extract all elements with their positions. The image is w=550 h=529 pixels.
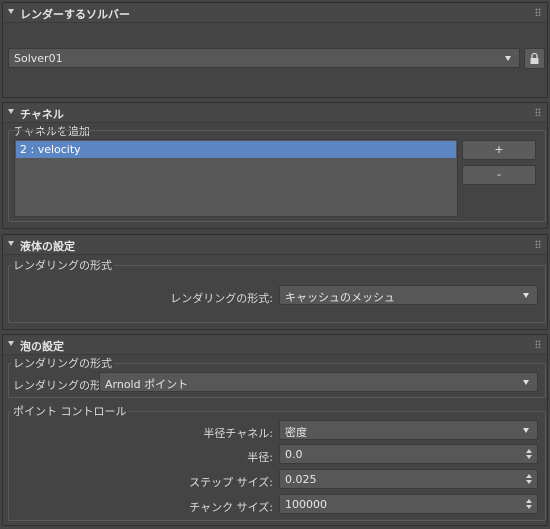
liquid-render-type-value: キャッシュのメッシュ <box>285 291 395 304</box>
lock-icon <box>530 52 539 64</box>
point-control-group-label: ポイント コントロール <box>11 403 129 419</box>
lock-button[interactable] <box>524 48 545 69</box>
channel-list[interactable]: 2 : velocity <box>14 139 458 217</box>
radius-channel-value: 密度 <box>285 426 307 439</box>
foam-rollout-header[interactable]: 泡の設定 <box>3 335 547 355</box>
chevron-down-icon <box>523 293 529 298</box>
drag-grip-icon[interactable] <box>535 340 541 348</box>
chevron-down-icon <box>523 428 529 433</box>
add-channel-button[interactable]: + <box>462 140 536 160</box>
collapse-triangle-icon[interactable] <box>8 109 14 114</box>
radius-channel-label: 半径チャネル: <box>203 427 273 440</box>
chevron-down-icon <box>523 380 529 385</box>
solver-dropdown[interactable]: Solver01 <box>8 48 520 68</box>
solver-dropdown-value: Solver01 <box>14 52 63 65</box>
radius-value: 0.0 <box>285 448 303 461</box>
collapse-triangle-icon[interactable] <box>8 241 14 246</box>
liquid-render-type-dropdown[interactable]: キャッシュのメッシュ <box>279 285 538 305</box>
drag-grip-icon[interactable] <box>535 8 541 16</box>
solver-rollout-header[interactable]: レンダーするソルバー <box>3 3 547 23</box>
drag-grip-icon[interactable] <box>535 108 541 116</box>
spinner-up-icon[interactable] <box>526 499 532 503</box>
foam-rollout-title: 泡の設定 <box>20 340 64 353</box>
spinner-up-icon[interactable] <box>526 449 532 453</box>
radius-channel-dropdown[interactable]: 密度 <box>279 420 538 440</box>
foam-render-group-label: レンダリングの形式 <box>11 355 114 371</box>
liquid-rollout-title: 液体の設定 <box>20 240 75 253</box>
solver-rollout-title: レンダーするソルバー <box>20 8 130 21</box>
spinner-down-icon[interactable] <box>526 480 532 484</box>
liquid-render-group-label: レンダリングの形式 <box>11 257 114 273</box>
remove-channel-button[interactable]: - <box>462 165 536 185</box>
list-item[interactable]: 2 : velocity <box>16 141 456 158</box>
step-size-value: 0.025 <box>285 473 317 486</box>
solver-rollout: レンダーするソルバー Solver01 <box>2 2 548 98</box>
chunk-size-label: チャンク サイズ: <box>189 501 273 514</box>
channel-rollout-title: チャネル <box>20 108 64 121</box>
drag-grip-icon[interactable] <box>535 240 541 248</box>
channel-rollout-header[interactable]: チャネル <box>3 103 547 123</box>
liquid-rollout-header[interactable]: 液体の設定 <box>3 235 547 255</box>
radius-label: 半径: <box>247 451 273 464</box>
foam-rollout: 泡の設定 レンダリングの形式 レンダリングの形式: Arnold ポイント ポイ… <box>2 334 548 526</box>
step-size-label: ステップ サイズ: <box>189 476 273 489</box>
chunk-size-spinner[interactable]: 100000 <box>279 494 538 514</box>
collapse-triangle-icon[interactable] <box>8 9 14 14</box>
liquid-rollout: 液体の設定 レンダリングの形式 レンダリングの形式: キャッシュのメッシュ <box>2 234 548 330</box>
spinner-down-icon[interactable] <box>526 455 532 459</box>
liquid-render-type-label: レンダリングの形式: <box>170 292 273 305</box>
chunk-size-value: 100000 <box>285 498 327 511</box>
spinner-up-icon[interactable] <box>526 474 532 478</box>
channel-rollout: チャネル チャネルを追加 2 : velocity + - <box>2 102 548 229</box>
foam-render-type-value: Arnold ポイント <box>105 378 189 391</box>
spinner-down-icon[interactable] <box>526 505 532 509</box>
foam-render-type-dropdown[interactable]: Arnold ポイント <box>99 372 538 392</box>
collapse-triangle-icon[interactable] <box>8 341 14 346</box>
step-size-spinner[interactable]: 0.025 <box>279 469 538 489</box>
radius-spinner[interactable]: 0.0 <box>279 444 538 464</box>
chevron-down-icon <box>505 56 511 61</box>
